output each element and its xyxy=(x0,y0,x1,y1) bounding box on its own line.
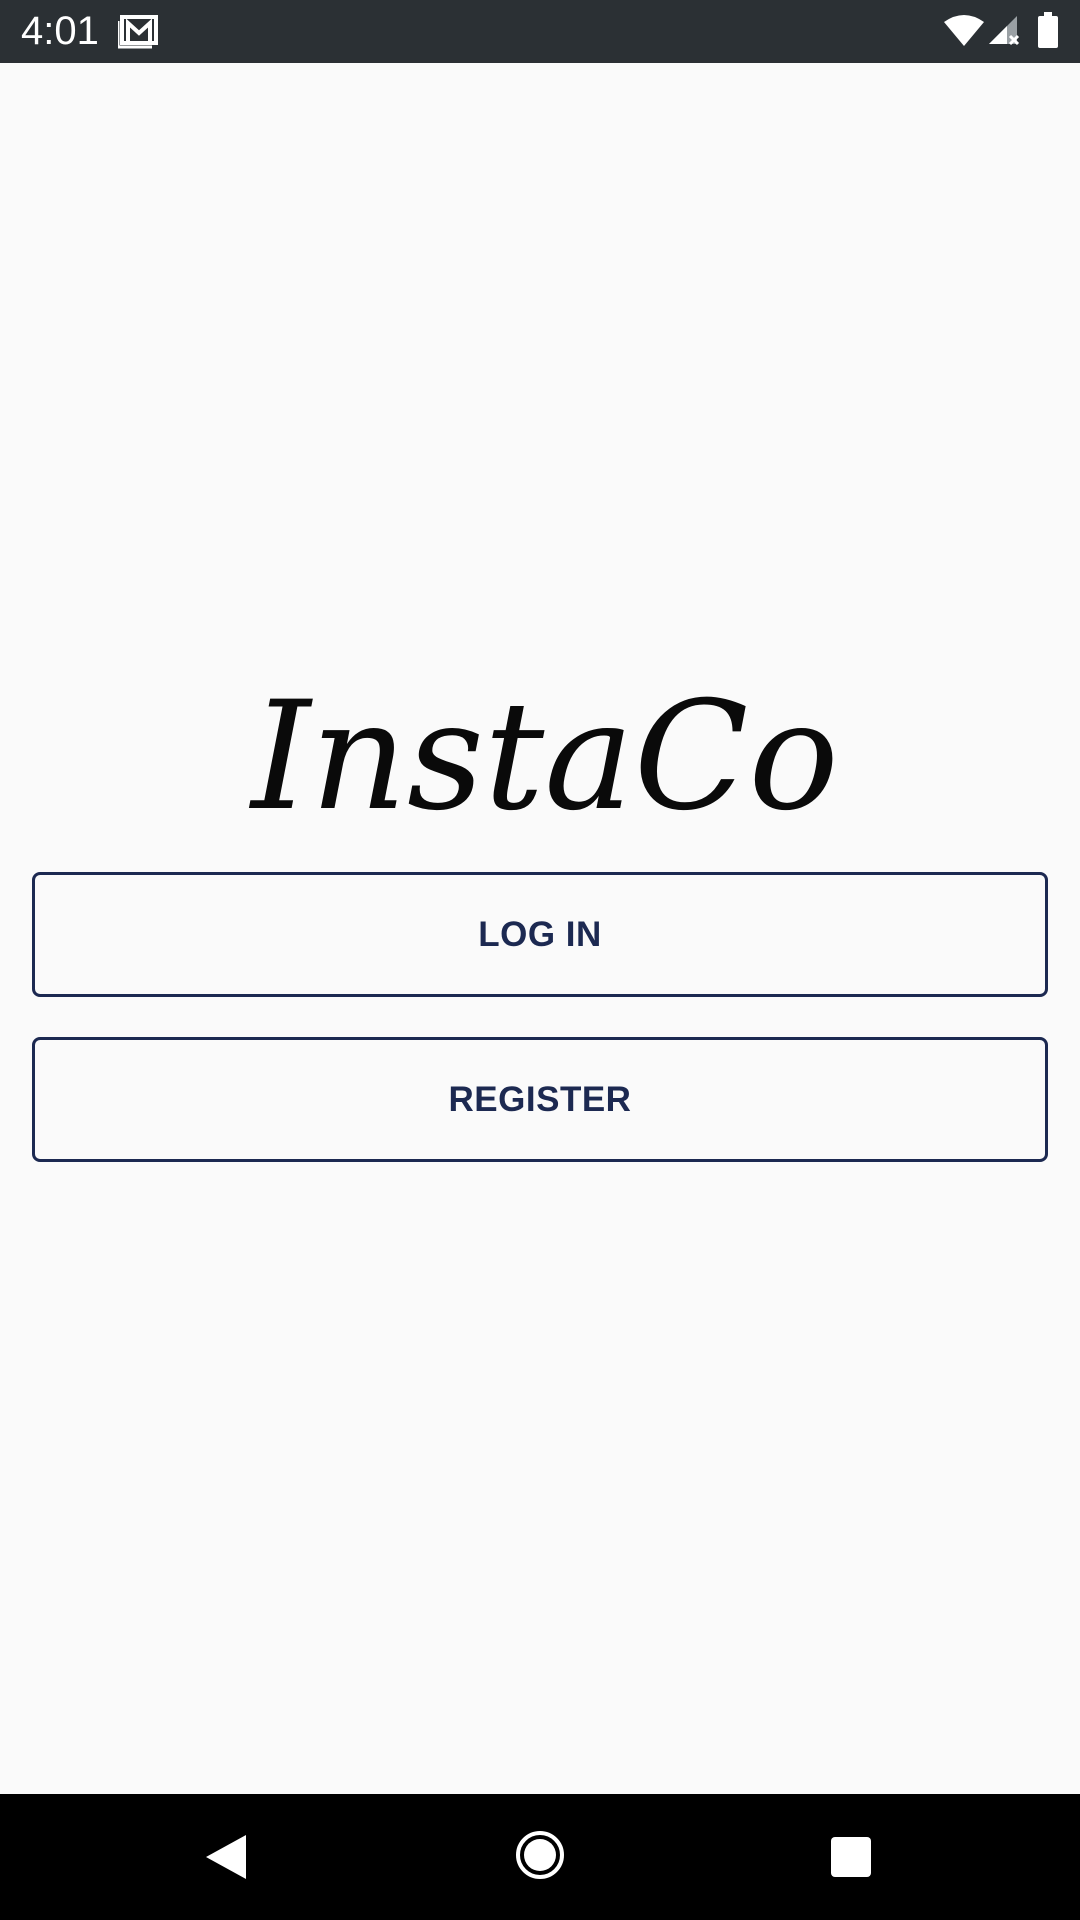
status-bar: 4:01 xyxy=(0,0,1080,63)
register-button[interactable]: REGISTER xyxy=(32,1037,1048,1162)
logo-text: InstaCo xyxy=(248,680,839,840)
status-time: 4:01 xyxy=(21,9,99,53)
mail-icon xyxy=(118,15,158,49)
recents-icon[interactable] xyxy=(831,1837,871,1877)
home-icon[interactable] xyxy=(515,1830,565,1880)
app-logo: InstaCo xyxy=(248,680,839,840)
signal-icon xyxy=(989,16,1020,46)
navigation-bar xyxy=(0,1794,1080,1920)
back-icon[interactable] xyxy=(204,1833,248,1881)
login-button[interactable]: LOG IN xyxy=(32,872,1048,997)
wifi-icon xyxy=(944,15,984,46)
welcome-screen: 4:01 InstaCo LOG IN REGISTER xyxy=(0,0,1080,1920)
battery-icon xyxy=(1038,12,1058,48)
